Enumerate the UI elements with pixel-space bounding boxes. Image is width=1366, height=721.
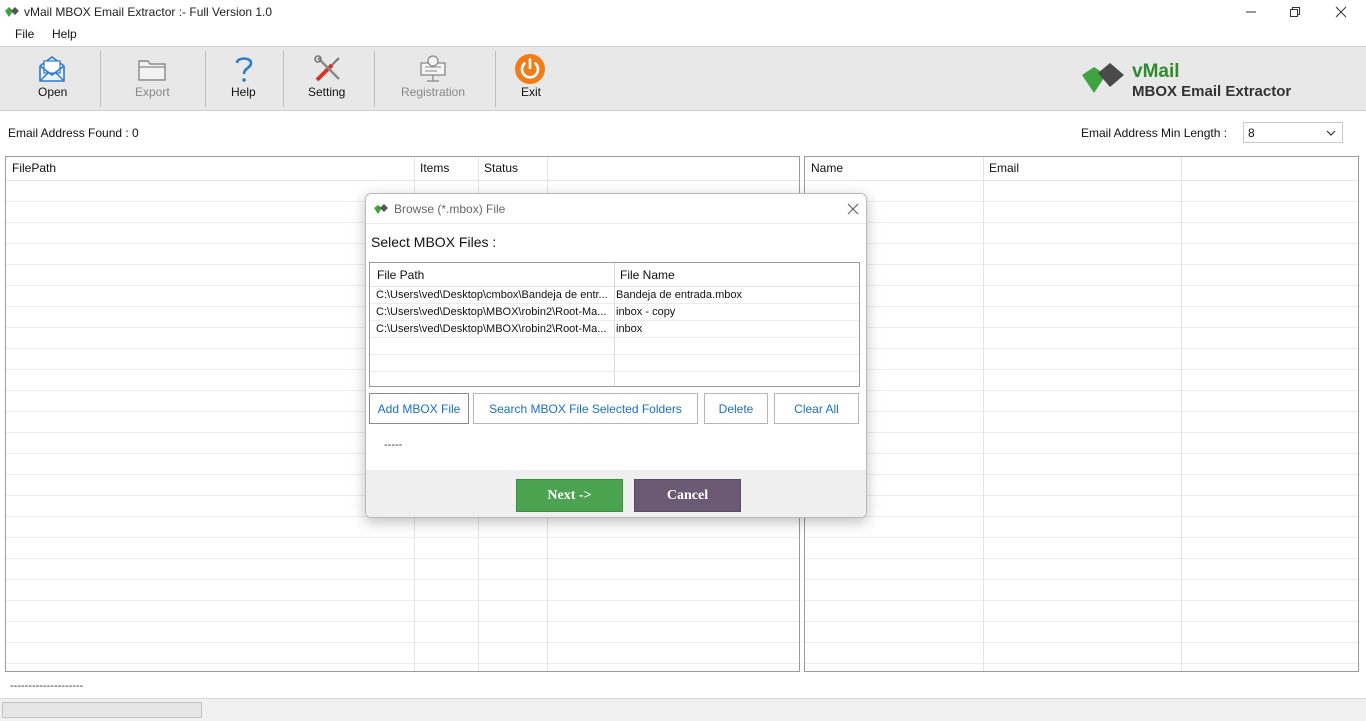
minimize-icon [1246, 11, 1256, 13]
help-label: Help [231, 85, 256, 99]
browse-dialog: Browse (*.mbox) File Select MBOX Files :… [365, 193, 867, 518]
toolbar-separator [283, 51, 284, 107]
row-file-name: inbox [616, 323, 643, 335]
registration-button[interactable]: Registration [376, 47, 494, 110]
help-button[interactable]: Help [207, 47, 282, 110]
next-button[interactable]: Next -> [516, 479, 623, 512]
toolbar-separator [205, 51, 206, 107]
export-label: Export [135, 85, 170, 99]
open-button[interactable]: Open [4, 47, 100, 110]
col-items[interactable]: Items [420, 161, 449, 175]
dialog-title: Browse (*.mbox) File [394, 202, 506, 216]
window-title: vMail MBOX Email Extractor :- Full Versi… [24, 5, 273, 19]
email-grid-header: Name Email [805, 157, 1358, 181]
close-icon [1335, 6, 1347, 18]
restore-icon [1290, 7, 1300, 17]
mbox-file-list[interactable]: File Path File Name C:\Users\ved\Desktop… [369, 262, 860, 387]
toolbar-separator [374, 51, 375, 107]
clear-all-button[interactable]: Clear All [774, 393, 859, 424]
min-length-value: 8 [1248, 126, 1255, 140]
row-file-path: C:\Users\ved\Desktop\MBOX\robin2\Root-Ma… [376, 306, 607, 318]
cancel-button[interactable]: Cancel [634, 479, 741, 512]
menu-file[interactable]: File [15, 27, 34, 41]
vmail-logo-icon [1082, 63, 1124, 93]
dialog-status-text: ----- [384, 439, 403, 451]
email-grid[interactable]: Name Email [804, 156, 1359, 672]
row-file-name: Bandeja de entrada.mbox [616, 289, 742, 301]
toolbar-separator [495, 51, 496, 107]
registration-icon [420, 55, 446, 82]
file-list-row-empty [370, 355, 859, 372]
export-folder-icon [138, 60, 166, 81]
col-filepath[interactable]: FilePath [12, 161, 56, 175]
exit-button[interactable]: Exit [497, 47, 565, 110]
title-bar: vMail MBOX Email Extractor :- Full Versi… [0, 0, 1366, 24]
col-name[interactable]: Name [811, 161, 843, 175]
brand-product: MBOX Email Extractor [1132, 83, 1292, 100]
chevron-down-icon [1326, 130, 1336, 136]
delete-button[interactable]: Delete [704, 393, 768, 424]
status-text: -------------------- [10, 680, 84, 692]
file-list-row[interactable]: C:\Users\ved\Desktop\MBOX\robin2\Root-Ma… [370, 321, 859, 338]
row-file-path: C:\Users\ved\Desktop\MBOX\robin2\Root-Ma… [376, 323, 607, 335]
menu-help[interactable]: Help [52, 27, 77, 41]
col-email[interactable]: Email [989, 161, 1019, 175]
search-mbox-folders-button[interactable]: Search MBOX File Selected Folders [473, 393, 698, 424]
min-length-select[interactable]: 8 [1243, 122, 1343, 143]
min-length-label: Email Address Min Length : [1081, 126, 1228, 140]
file-grid-header: FilePath Items Status [6, 157, 799, 181]
row-file-path: C:\Users\ved\Desktop\cmbox\Bandeja de en… [376, 289, 608, 301]
vmail-logo-icon [5, 7, 19, 17]
setting-label: Setting [308, 85, 346, 99]
open-mail-icon [39, 56, 65, 82]
export-button[interactable]: Export [102, 47, 204, 110]
status-bar [0, 698, 1366, 721]
email-grid-rows [805, 181, 1358, 671]
setting-button[interactable]: Setting [285, 47, 373, 110]
col-file-path[interactable]: File Path [377, 268, 424, 282]
open-label: Open [38, 85, 68, 99]
vmail-logo-icon [374, 204, 388, 214]
registration-label: Registration [401, 85, 466, 99]
tools-icon [314, 55, 340, 82]
col-status[interactable]: Status [484, 161, 518, 175]
toolbar-separator [100, 51, 101, 107]
close-window-button[interactable] [1318, 0, 1364, 24]
dialog-title-bar: Browse (*.mbox) File [366, 194, 866, 224]
dialog-heading: Select MBOX Files : [371, 234, 497, 250]
exit-label: Exit [521, 85, 542, 99]
progress-bar [2, 702, 202, 718]
close-icon[interactable] [846, 202, 860, 216]
menu-bar: File Help [0, 24, 1366, 46]
brand-logo: vMail MBOX Email Extractor [1080, 59, 1320, 103]
add-mbox-file-button[interactable]: Add MBOX File [369, 393, 469, 424]
col-file-name[interactable]: File Name [620, 268, 675, 282]
column-divider [983, 157, 984, 671]
minimize-button[interactable] [1228, 0, 1274, 24]
power-icon [515, 54, 545, 84]
file-list-row[interactable]: C:\Users\ved\Desktop\MBOX\robin2\Root-Ma… [370, 304, 859, 321]
email-found-count: Email Address Found : 0 [8, 126, 139, 140]
column-divider [1181, 157, 1182, 671]
brand-name: vMail [1132, 61, 1180, 82]
question-mark-icon [235, 57, 253, 82]
file-list-row[interactable]: C:\Users\ved\Desktop\cmbox\Bandeja de en… [370, 287, 859, 304]
dialog-footer: Next -> Cancel [366, 470, 866, 517]
maximize-button[interactable] [1272, 0, 1318, 24]
file-list-row-empty [370, 338, 859, 355]
toolbar: Open Export Help Setting Registration Ex… [0, 46, 1366, 111]
row-file-name: inbox - copy [616, 306, 676, 318]
